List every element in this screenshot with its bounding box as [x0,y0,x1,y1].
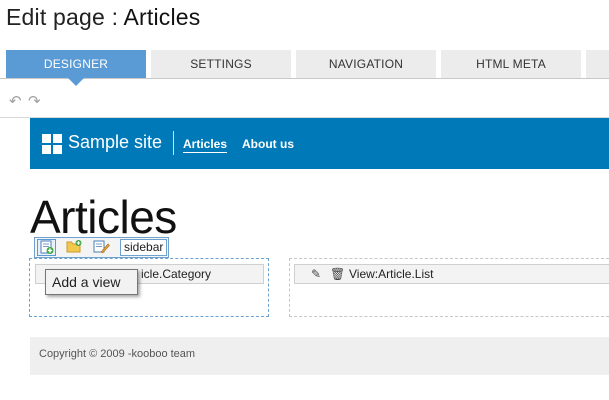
page-title-name: Articles [123,4,201,30]
tab-bar: DESIGNER SETTINGS NAVIGATION HTML META [0,50,609,86]
site-name-separator [173,131,174,155]
page-title: Edit page : Articles [6,4,201,31]
footer-copyright: Copyright © 2009 -kooboo team [39,348,196,360]
view-item-article-list[interactable]: ✎ 🗑 View:Article.List [294,264,609,284]
add-view-tooltip: Add a view [45,269,138,295]
add-folder-icon[interactable] [66,239,85,256]
site-name: Sample site [68,132,163,152]
zone-name-label: sidebar [120,239,168,256]
delete-icon[interactable]: 🗑 [330,266,345,282]
add-view-icon[interactable] [37,239,56,256]
tab-navigation[interactable]: NAVIGATION [296,50,436,78]
nav-link-articles[interactable]: Articles [183,137,228,153]
tab-overflow[interactable] [586,50,609,78]
tab-settings[interactable]: SETTINGS [151,50,291,78]
zone-toolbar: sidebar [34,237,169,258]
edit-icon[interactable] [93,239,112,256]
tab-html-meta[interactable]: HTML META [441,50,581,78]
page-title-prefix: Edit page : [6,4,124,30]
view-item-category-label: icle.Category [141,267,212,281]
redo-icon[interactable]: ↷ [28,93,44,109]
article-heading: Articles [30,191,177,243]
site-header: Sample site Articles About us [30,118,609,169]
view-item-article-list-label: View:Article.List [349,267,434,281]
windows-logo-icon [42,134,62,154]
edit-icon[interactable]: ✎ [311,266,325,282]
site-footer: Copyright © 2009 -kooboo team [30,337,609,375]
nav-link-about-us[interactable]: About us [242,137,294,151]
tab-designer[interactable]: DESIGNER [6,50,146,86]
undo-icon[interactable]: ↶ [9,93,25,109]
